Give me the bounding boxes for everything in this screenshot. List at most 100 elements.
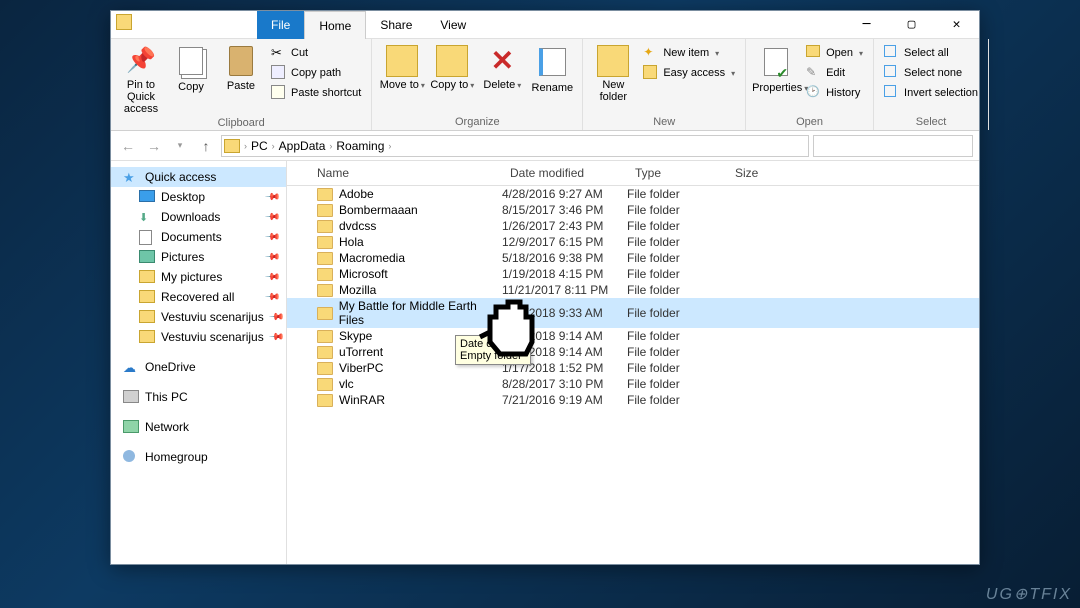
copy-button[interactable]: Copy	[167, 43, 215, 93]
tab-share[interactable]: Share	[366, 11, 426, 39]
select-all-button[interactable]: Select all	[880, 43, 982, 63]
ribbon-group-organize: Move to▾ Copy to▾ Delete▾ Rename Organiz…	[372, 39, 583, 130]
file-row[interactable]: Hola12/9/2017 6:15 PMFile folder	[287, 234, 979, 250]
file-row[interactable]: vlc8/28/2017 3:10 PMFile folder	[287, 376, 979, 392]
maximize-button[interactable]: ▢	[889, 11, 934, 39]
paste-button[interactable]: Paste	[217, 43, 265, 92]
pin-marker-icon: 📌	[263, 289, 280, 306]
properties-button[interactable]: Properties▾	[752, 43, 800, 94]
nav-item[interactable]: Recovered all📌	[111, 287, 286, 307]
move-to-button[interactable]: Move to▾	[378, 43, 426, 91]
open-button[interactable]: Open▾	[802, 43, 867, 63]
crumb-roaming[interactable]: Roaming	[334, 139, 386, 153]
select-none-icon	[884, 65, 900, 81]
easy-access-button[interactable]: Easy access▾	[639, 63, 739, 83]
folder-icon	[317, 307, 333, 320]
new-item-button[interactable]: New item▾	[639, 43, 739, 63]
folder-icon	[317, 362, 333, 375]
up-button[interactable]: ↑	[195, 138, 217, 154]
paste-shortcut-button[interactable]: Paste shortcut	[267, 83, 365, 103]
nav-item[interactable]: Pictures📌	[111, 247, 286, 267]
copy-path-button[interactable]: Copy path	[267, 63, 365, 83]
nav-item[interactable]: My pictures📌	[111, 267, 286, 287]
close-button[interactable]: ✕	[934, 11, 979, 39]
file-row[interactable]: WinRAR7/21/2016 9:19 AMFile folder	[287, 392, 979, 408]
nav-this-pc[interactable]: This PC	[111, 387, 286, 407]
folder-icon	[317, 236, 333, 249]
breadcrumb[interactable]: › PC › AppData › Roaming ›	[221, 135, 809, 157]
file-row[interactable]: Microsoft1/19/2018 4:15 PMFile folder	[287, 266, 979, 282]
ribbon-group-clipboard: Pin to Quick access Copy Paste Cut Copy …	[111, 39, 372, 130]
col-name[interactable]: Name	[287, 161, 502, 185]
back-button[interactable]: ←	[117, 138, 139, 154]
col-size[interactable]: Size	[727, 161, 807, 185]
copy-icon	[175, 47, 207, 79]
minimize-button[interactable]: ─	[844, 11, 889, 39]
new-folder-button[interactable]: New folder	[589, 43, 637, 103]
nav-onedrive[interactable]: OneDrive	[111, 357, 286, 377]
search-input[interactable]	[813, 135, 973, 157]
folder-icon	[317, 378, 333, 391]
open-group-label: Open	[752, 116, 867, 128]
col-date[interactable]: Date modified	[502, 161, 627, 185]
nav-item[interactable]: Vestuviu scenarijus📌	[111, 327, 286, 347]
file-row[interactable]: My Battle for Middle Earth Files1/23/201…	[287, 298, 979, 328]
delete-button[interactable]: Delete▾	[478, 43, 526, 91]
address-bar: ← → ▾ ↑ › PC › AppData › Roaming ›	[111, 131, 979, 161]
rename-icon	[536, 48, 568, 80]
pin-marker-icon: 📌	[263, 229, 280, 246]
nav-item[interactable]: Desktop📌	[111, 187, 286, 207]
pin-marker-icon: 📌	[268, 329, 285, 346]
pin-marker-icon: 📌	[263, 269, 280, 286]
ribbon-group-open: Properties▾ Open▾ Edit History Open	[746, 39, 874, 130]
select-none-button[interactable]: Select none	[880, 63, 982, 83]
file-row[interactable]: Skype1/23/2018 9:14 AMFile folder	[287, 328, 979, 344]
delete-icon	[486, 45, 518, 77]
edit-button[interactable]: Edit	[802, 63, 867, 83]
folder-icon	[317, 284, 333, 297]
nav-item[interactable]: Downloads📌	[111, 207, 286, 227]
tab-file[interactable]: File	[257, 11, 304, 39]
ribbon-tabs: File Home Share View	[257, 11, 480, 39]
edit-icon	[806, 65, 822, 81]
file-row[interactable]: uTorrent1/23/2018 9:14 AMFile folder	[287, 344, 979, 360]
nav-homegroup[interactable]: Homegroup	[111, 447, 286, 467]
invert-selection-button[interactable]: Invert selection	[880, 83, 982, 103]
pin-quick-access-button[interactable]: Pin to Quick access	[117, 43, 165, 115]
file-row[interactable]: ViberPC1/17/2018 1:52 PMFile folder	[287, 360, 979, 376]
copy-to-button[interactable]: Copy to▾	[428, 43, 476, 91]
tab-home[interactable]: Home	[304, 11, 366, 39]
cut-button[interactable]: Cut	[267, 43, 365, 63]
crumb-appdata[interactable]: AppData	[277, 139, 328, 153]
nav-item[interactable]: Vestuviu scenarijus📌	[111, 307, 286, 327]
open-icon	[806, 45, 822, 61]
new-item-icon	[643, 45, 659, 61]
folder-icon	[317, 220, 333, 233]
pic-icon	[139, 250, 155, 264]
col-type[interactable]: Type	[627, 161, 727, 185]
file-row[interactable]: dvdcss1/26/2017 2:43 PMFile folder	[287, 218, 979, 234]
folder-icon	[317, 394, 333, 407]
pin-marker-icon: 📌	[268, 309, 285, 326]
nav-quick-access[interactable]: Quick access	[111, 167, 286, 187]
tab-view[interactable]: View	[426, 11, 480, 39]
file-row[interactable]: Adobe4/28/2016 9:27 AMFile folder	[287, 186, 979, 202]
navigation-pane: Quick access Desktop📌Downloads📌Documents…	[111, 161, 287, 564]
folder-icon	[317, 268, 333, 281]
doc-icon	[139, 230, 155, 244]
recent-button[interactable]: ▾	[169, 140, 191, 151]
history-button[interactable]: History	[802, 83, 867, 103]
forward-button[interactable]: →	[143, 138, 165, 154]
fold-icon	[139, 270, 155, 284]
crumb-pc[interactable]: PC	[249, 139, 270, 153]
file-row[interactable]: Mozilla11/21/2017 8:11 PMFile folder	[287, 282, 979, 298]
file-row[interactable]: Bombermaaan8/15/2017 3:46 PMFile folder	[287, 202, 979, 218]
file-row[interactable]: Macromedia5/18/2016 9:38 PMFile folder	[287, 250, 979, 266]
pin-marker-icon: 📌	[263, 209, 280, 226]
organize-group-label: Organize	[378, 116, 576, 128]
column-headers: Name Date modified Type Size	[287, 161, 979, 186]
rename-button[interactable]: Rename	[528, 43, 576, 94]
cut-icon	[271, 45, 287, 61]
nav-item[interactable]: Documents📌	[111, 227, 286, 247]
nav-network[interactable]: Network	[111, 417, 286, 437]
